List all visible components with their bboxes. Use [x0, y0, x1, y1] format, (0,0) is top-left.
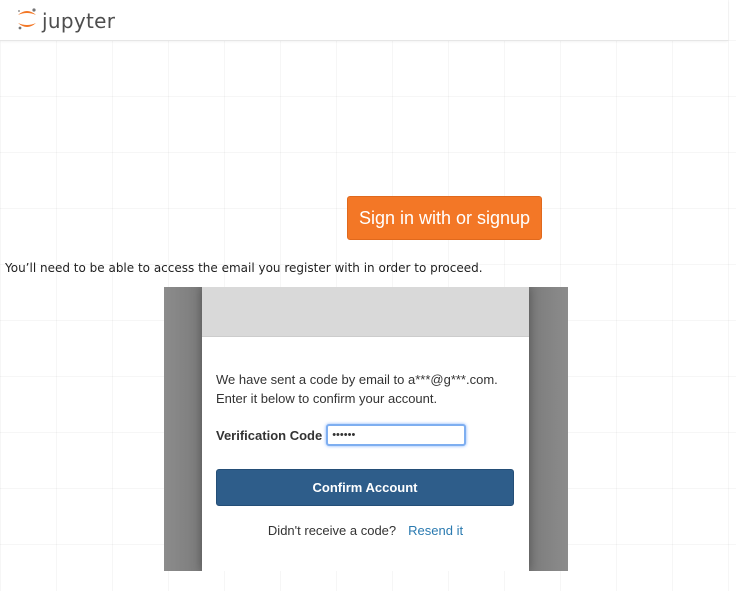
verification-code-input[interactable]	[326, 424, 467, 446]
jupyter-logo[interactable]: jupyter	[16, 7, 115, 35]
resend-prompt: Didn't receive a code?	[267, 523, 397, 538]
resend-row: Didn't receive a code? Resend it	[202, 523, 529, 538]
dialog-message: We have sent a code by email to a***@g**…	[216, 370, 498, 408]
message-line-2: Enter it below to confirm your account.	[216, 391, 438, 406]
verification-screenshot: We have sent a code by email to a***@g**…	[164, 287, 568, 571]
sign-in-button[interactable]: Sign in with or signup	[347, 196, 542, 240]
verification-code-row: Verification Code	[216, 424, 467, 446]
top-header: jupyter	[0, 0, 728, 41]
overlay-right	[529, 287, 568, 571]
confirm-account-button[interactable]: Confirm Account	[216, 469, 514, 506]
page: jupyter Sign in with or signup You’ll ne…	[0, 0, 736, 591]
resend-link[interactable]: Resend it	[408, 523, 463, 538]
overlay-left	[164, 287, 202, 571]
verification-code-label: Verification Code	[216, 427, 323, 443]
verification-dialog: We have sent a code by email to a***@g**…	[202, 287, 529, 571]
dialog-header	[202, 287, 529, 337]
message-line-1: We have sent a code by email to a***@g**…	[216, 372, 498, 387]
logo-text: jupyter	[42, 9, 116, 33]
jupyter-logo-icon	[16, 7, 38, 35]
email-access-note: You’ll need to be able to access the ema…	[5, 261, 483, 275]
